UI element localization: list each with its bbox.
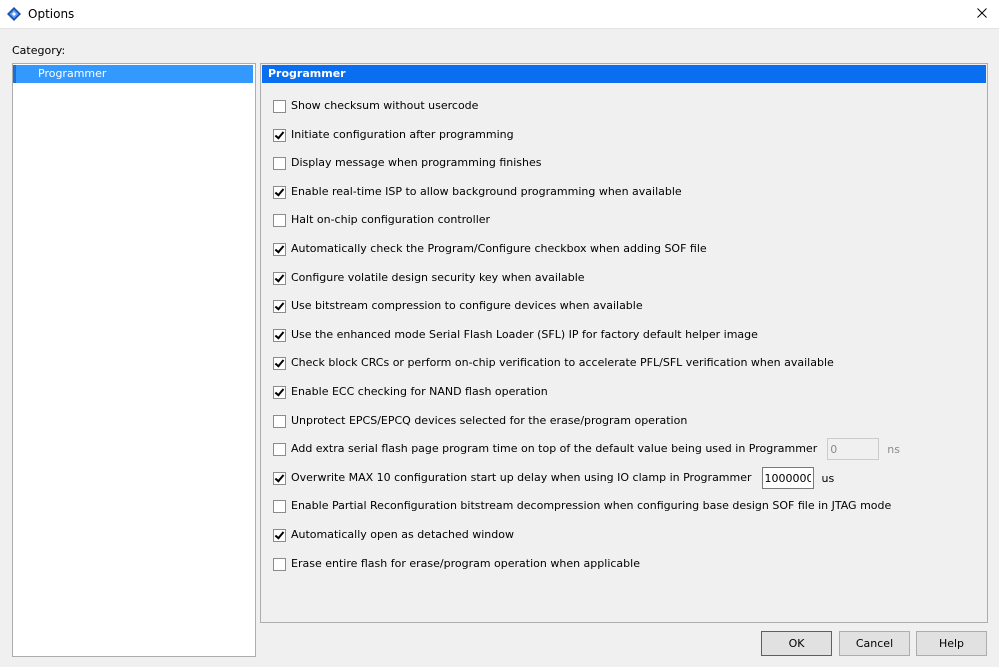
option-row: Erase entire flash for erase/program ope… — [273, 556, 640, 572]
option-row: Overwrite MAX 10 configuration start up … — [273, 467, 835, 489]
option-checkbox[interactable] — [273, 271, 286, 285]
category-item-programmer[interactable]: Programmer — [13, 65, 253, 83]
option-label[interactable]: Erase entire flash for erase/program ope… — [291, 557, 640, 571]
title-bar: Options — [0, 0, 999, 29]
option-checkbox[interactable] — [273, 128, 286, 142]
option-checkbox[interactable] — [273, 471, 286, 485]
selection-marker — [13, 65, 16, 83]
option-checkbox[interactable] — [273, 356, 286, 370]
option-label[interactable]: Overwrite MAX 10 configuration start up … — [291, 471, 752, 485]
option-checkbox[interactable] — [273, 328, 286, 342]
option-row: Unprotect EPCS/EPCQ devices selected for… — [273, 413, 687, 429]
option-unit: ns — [887, 442, 900, 456]
option-label[interactable]: Configure volatile design security key w… — [291, 271, 585, 285]
option-label[interactable]: Enable real-time ISP to allow background… — [291, 185, 682, 199]
option-checkbox[interactable] — [273, 242, 286, 256]
option-label[interactable]: Show checksum without usercode — [291, 99, 478, 113]
option-row: Halt on-chip configuration controller — [273, 212, 490, 228]
option-label[interactable]: Add extra serial flash page program time… — [291, 442, 817, 456]
option-value-input[interactable] — [827, 438, 880, 460]
option-checkbox[interactable] — [273, 528, 286, 542]
option-row: Enable Partial Reconfiguration bitstream… — [273, 498, 891, 514]
help-button[interactable]: Help — [916, 631, 987, 656]
option-value-input[interactable] — [761, 467, 814, 489]
option-checkbox[interactable] — [273, 414, 286, 428]
option-label[interactable]: Unprotect EPCS/EPCQ devices selected for… — [291, 414, 687, 428]
close-button[interactable] — [965, 0, 999, 28]
category-label: Category: — [12, 44, 66, 57]
close-icon — [977, 7, 987, 21]
option-label[interactable]: Display message when programming finishe… — [291, 156, 542, 170]
option-row: Configure volatile design security key w… — [273, 270, 585, 286]
option-label[interactable]: Enable ECC checking for NAND flash opera… — [291, 385, 548, 399]
category-item-label: Programmer — [38, 67, 107, 80]
option-unit: us — [821, 471, 835, 485]
option-checkbox[interactable] — [273, 299, 286, 313]
option-checkbox[interactable] — [273, 156, 286, 170]
option-checkbox[interactable] — [273, 442, 286, 456]
app-icon — [6, 6, 22, 22]
options-panel: Programmer Show checksum without usercod… — [260, 63, 988, 623]
option-label[interactable]: Initiate configuration after programming — [291, 128, 514, 142]
option-row: Display message when programming finishe… — [273, 155, 542, 171]
option-row: Enable ECC checking for NAND flash opera… — [273, 384, 548, 400]
panel-header: Programmer — [262, 65, 986, 83]
option-checkbox[interactable] — [273, 99, 286, 113]
option-checkbox[interactable] — [273, 385, 286, 399]
option-row: Use the enhanced mode Serial Flash Loade… — [273, 327, 758, 343]
option-row: Show checksum without usercode — [273, 98, 478, 114]
option-label[interactable]: Enable Partial Reconfiguration bitstream… — [291, 499, 891, 513]
option-label[interactable]: Automatically check the Program/Configur… — [291, 242, 707, 256]
option-row: Check block CRCs or perform on-chip veri… — [273, 355, 834, 371]
option-label[interactable]: Automatically open as detached window — [291, 528, 514, 542]
option-checkbox[interactable] — [273, 185, 286, 199]
category-list[interactable]: Programmer — [12, 63, 256, 657]
ok-button[interactable]: OK — [761, 631, 832, 656]
option-checkbox[interactable] — [273, 213, 286, 227]
option-label[interactable]: Check block CRCs or perform on-chip veri… — [291, 356, 834, 370]
option-row: Enable real-time ISP to allow background… — [273, 184, 682, 200]
option-label[interactable]: Use the enhanced mode Serial Flash Loade… — [291, 328, 758, 342]
cancel-button[interactable]: Cancel — [839, 631, 910, 656]
option-row: Automatically check the Program/Configur… — [273, 241, 707, 257]
option-row: Use bitstream compression to configure d… — [273, 298, 643, 314]
option-checkbox[interactable] — [273, 557, 286, 571]
option-row: Add extra serial flash page program time… — [273, 438, 900, 460]
option-row: Automatically open as detached window — [273, 527, 514, 543]
option-row: Initiate configuration after programming — [273, 127, 514, 143]
option-checkbox[interactable] — [273, 499, 286, 513]
option-label[interactable]: Halt on-chip configuration controller — [291, 213, 490, 227]
window-title: Options — [28, 7, 75, 21]
option-label[interactable]: Use bitstream compression to configure d… — [291, 299, 643, 313]
